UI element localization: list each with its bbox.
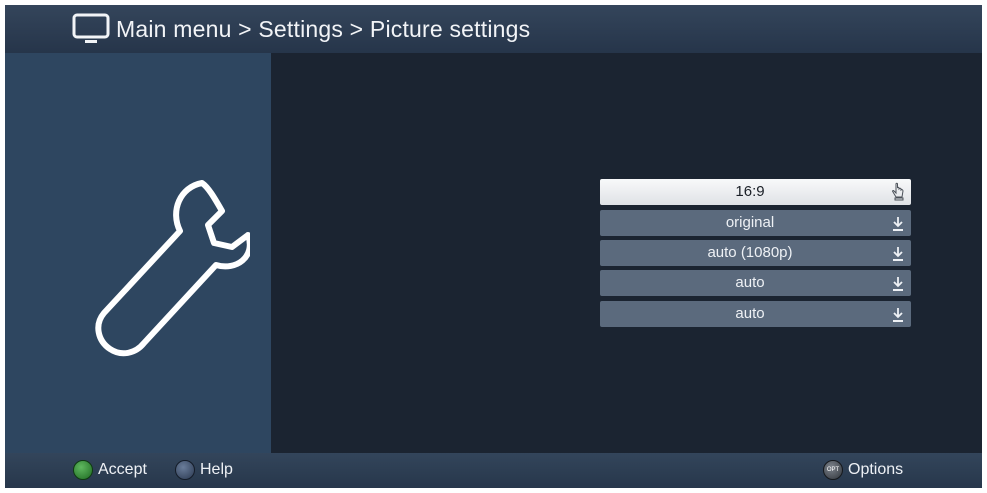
header-bar: Main menu > Settings > Picture settings [5,5,982,53]
options-button[interactable]: OPT Options [823,460,903,480]
accept-label: Accept [98,461,147,478]
settings-panel: Screen format 16:9 Video scaling/Zoom or… [271,53,982,453]
setting-row-screen-format[interactable]: Screen format 16:9 [271,179,982,205]
wrench-icon [95,180,250,357]
footer-bar: Accept Help OPT Options [5,453,982,488]
left-panel [5,53,271,453]
setting-value: auto (1080p) [707,244,793,261]
green-button-icon [73,460,93,480]
arrow-down-icon [893,277,903,291]
screen-format-select[interactable]: 16:9 [600,179,911,205]
breadcrumb: Main menu > Settings > Picture settings [116,15,531,42]
tv-screen: Main menu > Settings > Picture settings … [5,5,982,488]
arrow-down-icon [893,247,903,261]
setting-row-hdmi-colour-space[interactable]: HDMI colour space auto [271,270,982,296]
opt-button-icon: OPT [823,460,843,480]
video-scaling-select[interactable]: original [600,210,911,236]
setting-value: original [725,214,775,231]
tv-icon [72,13,110,43]
setting-value: auto [735,305,765,322]
help-button[interactable]: Help [175,460,233,480]
arrow-down-icon [893,217,903,231]
accept-button[interactable]: Accept [73,460,147,480]
setting-row-video-scaling[interactable]: Video scaling/Zoom original [271,210,982,236]
hdmi-resolution-select[interactable]: auto (1080p) [600,240,911,266]
setting-row-hdmi-resolution[interactable]: HDMI resolution auto (1080p) [271,240,982,266]
hand-pointer-icon [892,182,904,201]
setting-value: auto [735,274,765,291]
arrow-down-icon [893,308,903,322]
help-label: Help [200,461,233,478]
hdcp-select[interactable]: auto [600,301,911,327]
options-label: Options [848,461,904,478]
hdmi-colour-space-select[interactable]: auto [600,270,911,296]
blue-button-icon [175,460,195,480]
setting-value: 16:9 [735,183,765,200]
setting-row-hdcp[interactable]: HDCP auto [271,301,982,327]
